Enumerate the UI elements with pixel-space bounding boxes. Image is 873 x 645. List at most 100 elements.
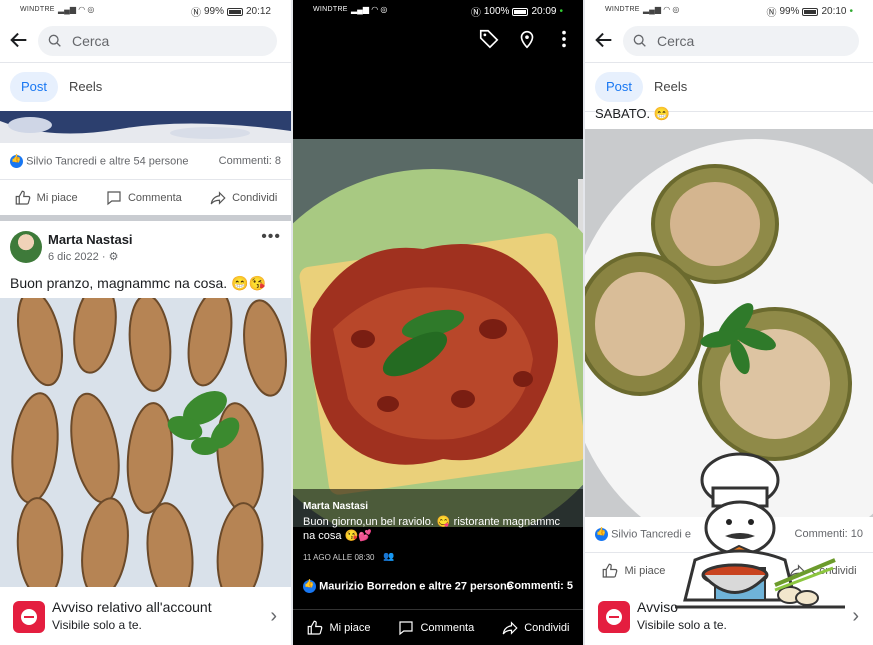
like-button[interactable]: Mi piace bbox=[306, 619, 370, 637]
location-pin-icon[interactable] bbox=[516, 28, 538, 50]
comments-count[interactable]: Commenti: 5 bbox=[506, 580, 573, 592]
post-caption-tail: SABATO. 😁 bbox=[595, 106, 670, 121]
nfc-icon: Ⓝ bbox=[190, 8, 201, 19]
battery-percent: 99% bbox=[779, 6, 800, 17]
nfc-icon: Ⓝ bbox=[470, 8, 481, 19]
previous-post-photo[interactable] bbox=[0, 111, 291, 143]
more-vert-icon[interactable] bbox=[553, 28, 575, 50]
tab-reels[interactable]: Reels bbox=[58, 72, 113, 102]
post-separator bbox=[0, 215, 291, 221]
clock: 20:12 bbox=[245, 6, 271, 17]
post-actions: Mi piace Commenta Condividi bbox=[0, 179, 291, 216]
status-bar: WINDTRE ▂▄▆ ◠ ◎ Ⓝ 100% 20:09 • bbox=[293, 0, 583, 20]
fried-fish-photo[interactable] bbox=[0, 298, 291, 588]
carrier-label: WINDTRE bbox=[605, 6, 640, 13]
like-icon bbox=[308, 620, 323, 635]
status-bar: WINDTRE ▂▄▆ ◠ ◎ Ⓝ 99% 20:12 bbox=[0, 0, 291, 20]
gear-icon: ⚙ bbox=[108, 251, 119, 263]
comment-label: Commenta bbox=[420, 622, 475, 634]
overlay-caption: Buon giorno,un bel raviolo. 😋 ristorante… bbox=[303, 516, 561, 542]
notice-subtitle: Visibile solo a te. bbox=[637, 618, 727, 632]
ravioli-photo[interactable] bbox=[293, 139, 583, 527]
comment-button[interactable]: Commenta bbox=[397, 619, 474, 637]
avatar[interactable] bbox=[10, 231, 42, 263]
notice-subtitle: Visibile solo a te. bbox=[52, 618, 142, 632]
search-placeholder: Cerca bbox=[72, 33, 110, 49]
share-label: Condividi bbox=[232, 192, 278, 204]
share-button[interactable]: Condividi bbox=[209, 189, 277, 207]
clock: 20:10 bbox=[821, 6, 847, 17]
chevron-right-icon[interactable]: › bbox=[852, 605, 859, 628]
comment-label: Commenta bbox=[127, 192, 182, 204]
account-notice-banner[interactable]: Avviso relativo all'account Visibile sol… bbox=[0, 587, 291, 645]
overlay-author[interactable]: Marta Nastasi bbox=[303, 501, 368, 512]
share-label: Condividi bbox=[524, 622, 570, 634]
notice-title: Avviso relativo all'account bbox=[52, 599, 212, 615]
like-label: Mi piace bbox=[624, 565, 666, 577]
reactions-text[interactable]: Silvio Tancredi e altre 54 persone bbox=[26, 155, 188, 167]
tab-reels[interactable]: Reels bbox=[643, 72, 698, 102]
back-arrow-icon[interactable] bbox=[8, 29, 30, 51]
like-reaction-icon bbox=[595, 527, 608, 541]
chef-sticker bbox=[675, 452, 845, 609]
like-icon bbox=[15, 190, 31, 205]
search-input[interactable]: Cerca bbox=[38, 26, 277, 56]
comment-button[interactable]: Commenta bbox=[105, 189, 182, 207]
chevron-right-icon[interactable]: › bbox=[270, 605, 277, 628]
tab-post[interactable]: Post bbox=[10, 72, 59, 102]
comment-icon bbox=[107, 191, 121, 206]
notice-title: Avviso bbox=[637, 599, 678, 615]
like-label: Mi piace bbox=[36, 192, 78, 204]
like-reaction-icon bbox=[10, 154, 23, 168]
account-notice-icon bbox=[13, 601, 45, 633]
comments-count[interactable]: Commenti: 8 bbox=[219, 155, 281, 167]
content-tabs: Post Reels bbox=[0, 62, 291, 112]
post-author[interactable]: Marta Nastasi bbox=[48, 232, 133, 247]
search-row: Cerca bbox=[0, 22, 291, 60]
share-button[interactable]: Condividi bbox=[501, 619, 569, 637]
like-icon bbox=[603, 563, 618, 578]
content-tabs: Post Reels bbox=[585, 62, 873, 112]
status-dot: • bbox=[559, 6, 563, 17]
post-date[interactable]: 6 dic 2022 bbox=[48, 251, 99, 263]
battery-percent: 99% bbox=[203, 6, 224, 17]
back-arrow-icon[interactable] bbox=[593, 29, 615, 51]
battery-icon bbox=[226, 7, 243, 16]
like-button[interactable]: Mi piace bbox=[601, 562, 665, 580]
battery-percent: 100% bbox=[483, 6, 510, 17]
like-reaction-icon bbox=[303, 579, 316, 593]
friends-audience-icon: 👥 bbox=[383, 551, 395, 561]
signal-wifi-icons: ▂▄▆ ◠ ◎ bbox=[58, 5, 95, 14]
more-options-icon[interactable]: ••• bbox=[261, 228, 281, 246]
screen-profile-post-1: WINDTRE ▂▄▆ ◠ ◎ Ⓝ 99% 20:12 Cerca Post R… bbox=[0, 0, 291, 645]
post-caption: Buon pranzo, magnammc na cosa. 😁😘 bbox=[10, 275, 266, 291]
screen-photo-viewer: WINDTRE ▂▄▆ ◠ ◎ Ⓝ 100% 20:09 • Marta Nas… bbox=[293, 0, 583, 645]
search-icon bbox=[633, 34, 646, 47]
overlay-date: 11 AGO ALLE 08:30 bbox=[303, 553, 375, 562]
share-icon bbox=[502, 621, 518, 635]
reactions-row: Silvio Tancredi e altre 54 persone Comme… bbox=[10, 154, 281, 168]
share-icon bbox=[210, 191, 226, 205]
search-row: Cerca bbox=[585, 22, 873, 60]
comment-icon bbox=[399, 621, 414, 636]
signal-wifi-icons: ▂▄▆ ◠ ◎ bbox=[351, 5, 388, 14]
like-label: Mi piace bbox=[329, 622, 371, 634]
battery-icon bbox=[802, 7, 819, 16]
tab-post[interactable]: Post bbox=[595, 72, 644, 102]
nfc-icon: Ⓝ bbox=[766, 8, 777, 19]
carrier-label: WINDTRE bbox=[20, 6, 55, 13]
reactions-text[interactable]: Maurizio Borredon e altre 27 persone bbox=[319, 580, 513, 592]
search-input[interactable]: Cerca bbox=[623, 26, 859, 56]
screen-profile-post-2: WINDTRE ▂▄▆ ◠ ◎ Ⓝ 99% 20:10 • Cerca Post… bbox=[585, 0, 873, 645]
battery-icon bbox=[512, 7, 529, 16]
status-bar: WINDTRE ▂▄▆ ◠ ◎ Ⓝ 99% 20:10 • bbox=[585, 0, 873, 20]
post-actions: Mi piace Commenta Condividi bbox=[293, 609, 583, 645]
account-notice-icon bbox=[598, 601, 630, 633]
like-button[interactable]: Mi piace bbox=[14, 189, 78, 207]
signal-wifi-icons: ▂▄▆ ◠ ◎ bbox=[643, 5, 680, 14]
clock: 20:09 bbox=[531, 6, 557, 17]
reactions-row: Maurizio Borredon e altre 27 persone Com… bbox=[303, 579, 573, 593]
search-icon bbox=[48, 34, 61, 47]
tag-icon[interactable] bbox=[478, 28, 500, 50]
carrier-label: WINDTRE bbox=[313, 6, 348, 13]
